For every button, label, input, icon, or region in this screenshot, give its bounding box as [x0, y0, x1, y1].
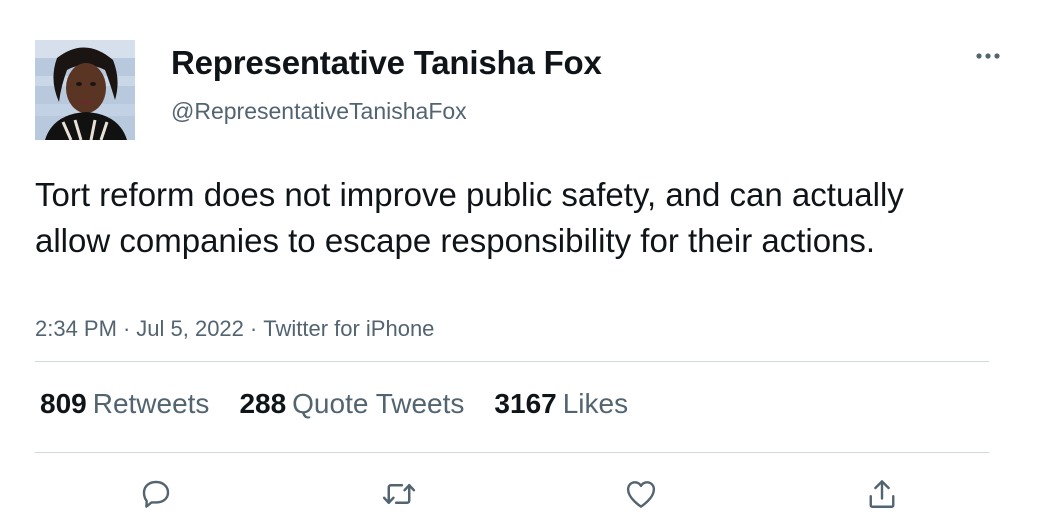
- retweets-stat[interactable]: 809 Retweets: [40, 388, 209, 420]
- quote-tweets-stat[interactable]: 288 Quote Tweets: [239, 388, 464, 420]
- avatar[interactable]: [35, 40, 135, 140]
- user-handle[interactable]: @RepresentativeTanishaFox: [171, 98, 467, 125]
- tweet-source-link[interactable]: Twitter for iPhone: [263, 316, 434, 341]
- heart-icon: [626, 481, 656, 508]
- quote-tweets-count: 288: [239, 388, 287, 419]
- more-options-button[interactable]: [972, 44, 1006, 68]
- retweet-icon: [382, 483, 416, 505]
- divider: [35, 361, 989, 362]
- tweet-text: Tort reform does not improve public safe…: [35, 176, 904, 259]
- tweet-meta: 2:34 PM · Jul 5, 2022 · Twitter for iPhone: [35, 316, 434, 342]
- tweet-time[interactable]: 2:34 PM: [35, 316, 117, 341]
- retweets-count: 809: [40, 388, 87, 419]
- display-name[interactable]: Representative Tanisha Fox: [171, 44, 602, 82]
- share-button[interactable]: [860, 474, 904, 514]
- meta-separator: ·: [249, 316, 258, 341]
- likes-count: 3167: [494, 388, 557, 419]
- reply-button[interactable]: [134, 474, 178, 514]
- divider: [35, 452, 989, 453]
- retweets-label: Retweets: [92, 388, 210, 419]
- tweet-card: Representative Tanisha Fox @Representati…: [0, 0, 1050, 525]
- share-icon: [869, 480, 895, 508]
- more-dots-icon: [976, 53, 1000, 59]
- like-button[interactable]: [619, 474, 663, 514]
- reply-icon: [142, 480, 170, 508]
- engagement-stats: 809 Retweets 288 Quote Tweets 3167 Likes: [40, 388, 628, 420]
- likes-stat[interactable]: 3167 Likes: [494, 388, 628, 420]
- quote-tweets-label: Quote Tweets: [292, 388, 465, 419]
- tweet-date[interactable]: Jul 5, 2022: [136, 316, 244, 341]
- likes-label: Likes: [562, 388, 629, 419]
- retweet-button[interactable]: [377, 474, 421, 514]
- avatar-image: [35, 40, 135, 140]
- meta-separator: ·: [122, 316, 131, 341]
